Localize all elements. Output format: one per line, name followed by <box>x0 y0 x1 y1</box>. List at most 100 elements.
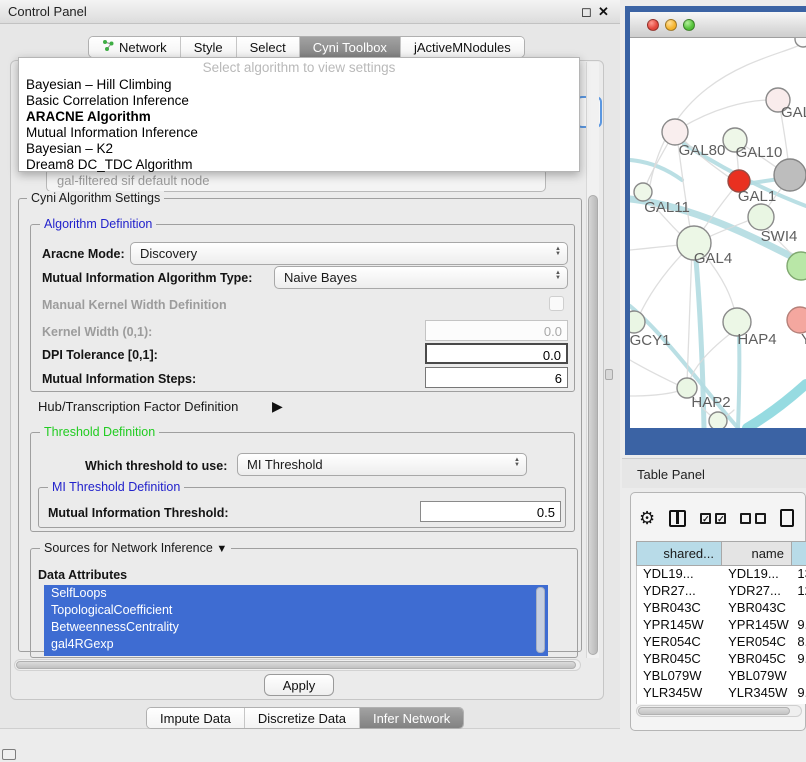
network-node-label: Y <box>801 331 806 348</box>
checkbox-unchecked-icon <box>740 513 751 524</box>
kernel-width-field[interactable]: 0.0 <box>425 320 568 341</box>
float-window-icon[interactable]: ◻ <box>581 4 592 20</box>
table-cell: YPR145W <box>722 617 791 634</box>
network-node-label: GCY1 <box>630 332 670 349</box>
export-table-icon[interactable] <box>780 509 794 527</box>
manual-kernel-checkbox[interactable] <box>549 296 564 311</box>
minimize-traffic-light-icon[interactable] <box>665 19 677 31</box>
network-node[interactable] <box>787 307 806 333</box>
tab-style[interactable]: Style <box>180 37 236 57</box>
table-cell: YBR043C <box>637 600 722 617</box>
column-header-2[interactable]: name <box>722 541 792 566</box>
table-cell: YBR043C <box>722 600 791 617</box>
collapse-triangle-icon[interactable]: ▼ <box>216 543 227 555</box>
splitter-handle[interactable] <box>605 369 613 380</box>
tab-network[interactable]: Network <box>89 37 180 57</box>
zoom-traffic-light-icon[interactable] <box>683 19 695 31</box>
settings-horizontal-scrollbar-thumb[interactable] <box>16 661 576 669</box>
table-row[interactable]: YPR145WYPR145W9. <box>637 617 806 634</box>
table-cell: YBR045C <box>722 651 791 668</box>
close-traffic-light-icon[interactable] <box>647 19 659 31</box>
network-icon <box>102 39 115 55</box>
network-node[interactable] <box>795 38 806 47</box>
dpi-tolerance-field[interactable]: 0.0 <box>425 343 568 364</box>
mi-type-label: Mutual Information Algorithm Type: <box>42 271 252 285</box>
network-edge <box>747 384 806 428</box>
column-header-3[interactable]: A <box>792 541 806 566</box>
tab-cyni-toolbox[interactable]: Cyni Toolbox <box>299 37 400 57</box>
network-node-label: HAP2 <box>691 394 730 411</box>
sources-group-title: Sources for Network Inference ▼ <box>40 541 231 555</box>
table-row[interactable]: YBR045CYBR045C9. <box>637 651 806 668</box>
mi-steps-field[interactable]: 6 <box>425 367 568 388</box>
table-row[interactable]: YBR043CYBR043C <box>637 600 806 617</box>
dock-icon[interactable] <box>2 749 16 760</box>
attributes-list-scrollbar-thumb[interactable] <box>536 587 545 653</box>
aracne-mode-value: Discovery <box>140 246 197 261</box>
threshold-definition-title: Threshold Definition <box>40 425 159 439</box>
table-cell: 9. <box>791 685 806 702</box>
table-row[interactable]: YLR345WYLR345W9. <box>637 685 806 702</box>
show-unselected-toggle[interactable] <box>740 513 766 524</box>
settings-vertical-scrollbar-thumb[interactable] <box>588 195 598 655</box>
table-row[interactable]: YIL052CYIL052C9 <box>637 702 806 704</box>
tab-jactivemnodules[interactable]: jActiveMNodules <box>400 37 524 57</box>
table-row[interactable]: YDR27...YDR27...12 <box>637 583 806 600</box>
aracne-mode-combo[interactable]: Discovery ▲▼ <box>130 242 568 265</box>
attribute-list-item[interactable]: gal4RGexp <box>44 636 548 653</box>
network-node[interactable] <box>630 311 645 333</box>
network-edge <box>630 245 680 250</box>
table-row[interactable]: YER054CYER054C8. <box>637 634 806 651</box>
settings-vertical-scrollbar[interactable] <box>586 62 599 658</box>
gear-icon[interactable]: ⚙ <box>639 509 655 527</box>
tab-infer-network[interactable]: Infer Network <box>359 708 463 728</box>
tab-impute-data[interactable]: Impute Data <box>147 708 244 728</box>
attribute-list-item[interactable]: BetweennessCentrality <box>44 619 548 636</box>
data-attributes-list[interactable]: SelfLoopsTopologicalCoefficientBetweenne… <box>44 585 548 656</box>
tab-discretize-data[interactable]: Discretize Data <box>244 708 359 728</box>
table-row[interactable]: YDL19...YDL19...13 <box>637 566 806 583</box>
table-row[interactable]: YBL079WYBL079W <box>637 668 806 685</box>
algorithm-dropdown-list: Bayesian – Hill ClimbingBasic Correlatio… <box>19 77 579 173</box>
tab-select[interactable]: Select <box>236 37 299 57</box>
algorithm-option[interactable]: Bayesian – K2 <box>19 141 579 157</box>
table-cell: YLR345W <box>637 685 722 702</box>
table-cell: YDR27... <box>722 583 791 600</box>
attribute-list-item[interactable]: TopologicalCoefficient <box>44 602 548 619</box>
which-threshold-value: MI Threshold <box>247 457 323 472</box>
node-table: shared...nameA YDL19...YDL19...13YDR27..… <box>636 541 806 704</box>
control-panel-titlebar[interactable]: Control Panel ◻ ✕ <box>0 0 620 24</box>
dpi-tolerance-label: DPI Tolerance [0,1]: <box>42 348 158 362</box>
columns-icon[interactable] <box>669 510 686 527</box>
network-node[interactable] <box>774 159 806 191</box>
mi-threshold-field[interactable]: 0.5 <box>420 501 561 522</box>
algorithm-option[interactable]: Basic Correlation Inference <box>19 93 579 109</box>
network-window-titlebar[interactable] <box>630 12 806 38</box>
apply-button[interactable]: Apply <box>264 674 334 696</box>
show-selected-toggle[interactable]: ✓ ✓ <box>700 513 726 524</box>
table-horizontal-scrollbar[interactable] <box>636 705 802 717</box>
column-header-1[interactable]: shared... <box>636 541 722 566</box>
network-node-label: GAL <box>781 104 806 121</box>
attribute-list-item[interactable]: SelfLoops <box>44 585 548 602</box>
network-node[interactable] <box>748 204 774 230</box>
network-node[interactable] <box>709 412 727 428</box>
algorithm-option[interactable]: Dream8 DC_TDC Algorithm <box>19 157 579 173</box>
tab-label: Discretize Data <box>258 711 346 726</box>
algorithm-option[interactable]: ARACNE Algorithm <box>19 109 579 125</box>
table-panel-header[interactable]: Table Panel <box>622 458 806 488</box>
table-toolbar: ⚙ ✓ ✓ <box>639 501 806 535</box>
network-view-window: GALGAL80GAL10GAL11GAL1SWI4GAL4GCY1HAP4YH… <box>625 6 806 455</box>
table-cell: YIL052C <box>722 702 791 704</box>
close-window-icon[interactable]: ✕ <box>598 4 609 20</box>
settings-horizontal-scrollbar[interactable] <box>14 659 581 671</box>
mi-type-value: Naive Bayes <box>284 270 357 285</box>
algorithm-option[interactable]: Bayesian – Hill Climbing <box>19 77 579 93</box>
network-canvas[interactable]: GALGAL80GAL10GAL11GAL1SWI4GAL4GCY1HAP4YH… <box>630 38 806 428</box>
algorithm-option[interactable]: Mutual Information Inference <box>19 125 579 141</box>
table-horizontal-scrollbar-thumb[interactable] <box>638 707 790 715</box>
which-threshold-combo[interactable]: MI Threshold ▲▼ <box>237 453 527 476</box>
mi-type-combo[interactable]: Naive Bayes ▲▼ <box>274 266 568 289</box>
expand-triangle-icon[interactable]: ▶ <box>272 398 283 415</box>
hub-section-label[interactable]: Hub/Transcription Factor Definition <box>38 399 238 414</box>
